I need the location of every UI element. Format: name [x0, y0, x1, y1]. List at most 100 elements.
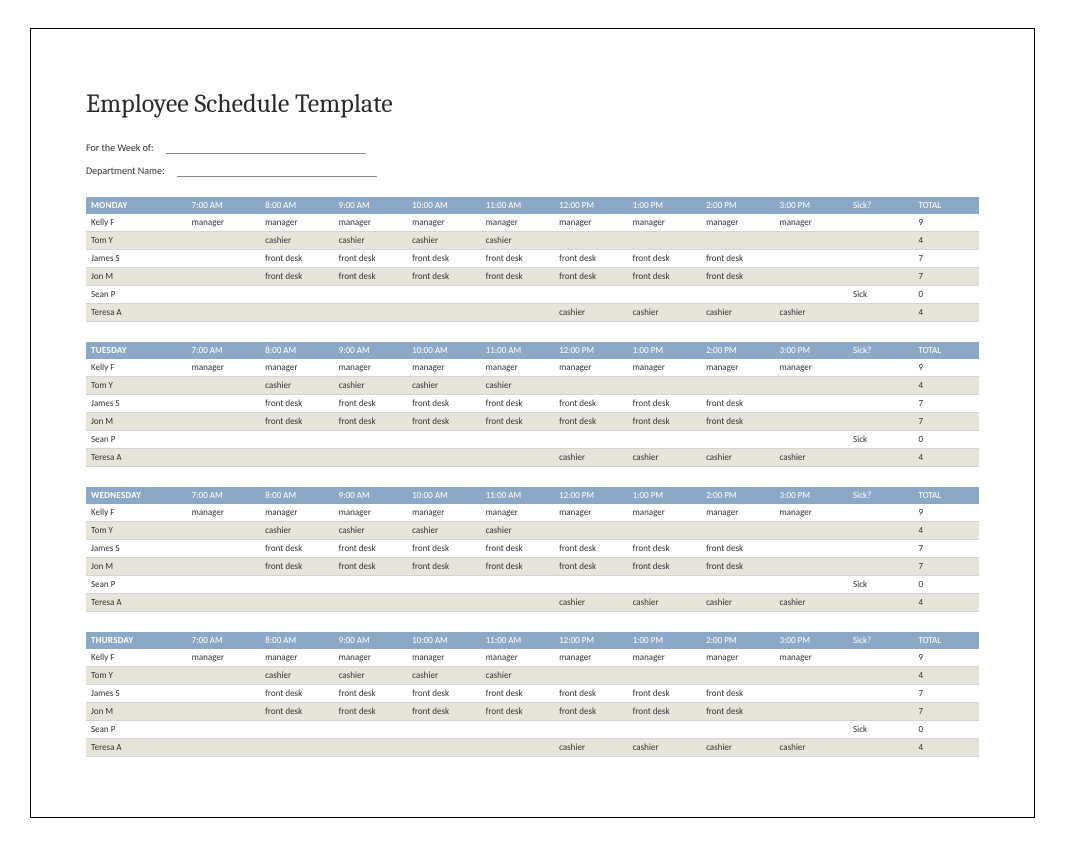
- shift-cell: [554, 522, 627, 540]
- shift-cell: [187, 540, 260, 558]
- shift-cell: cashier: [407, 232, 480, 250]
- shift-cell: front desk: [701, 540, 774, 558]
- sick-cell: [848, 214, 913, 232]
- shift-cell: cashier: [481, 232, 554, 250]
- employee-name: James S: [86, 395, 187, 413]
- total-cell: 7: [913, 703, 979, 721]
- total-header: TOTAL: [913, 197, 979, 214]
- shift-cell: front desk: [260, 395, 333, 413]
- hour-header: 7:00 AM: [187, 342, 260, 359]
- week-of-field: For the Week of:: [86, 141, 979, 154]
- shift-cell: front desk: [407, 685, 480, 703]
- shift-cell: manager: [554, 649, 627, 667]
- table-row: James Sfront deskfront deskfront deskfro…: [86, 685, 979, 703]
- shift-cell: front desk: [481, 558, 554, 576]
- shift-cell: front desk: [628, 413, 701, 431]
- shift-cell: manager: [260, 359, 333, 377]
- table-row: Jon Mfront deskfront deskfront deskfront…: [86, 558, 979, 576]
- sick-cell: [848, 739, 913, 757]
- shift-cell: [187, 685, 260, 703]
- day-block: THURSDAY7:00 AM8:00 AM9:00 AM10:00 AM11:…: [86, 632, 979, 757]
- employee-name: James S: [86, 540, 187, 558]
- shift-cell: [187, 576, 260, 594]
- shift-cell: cashier: [481, 667, 554, 685]
- shift-cell: cashier: [554, 594, 627, 612]
- hour-header: 3:00 PM: [775, 197, 848, 214]
- shift-cell: cashier: [628, 594, 701, 612]
- shift-cell: [334, 576, 407, 594]
- sick-cell: [848, 504, 913, 522]
- shift-cell: manager: [481, 359, 554, 377]
- shift-cell: manager: [775, 359, 848, 377]
- sick-cell: Sick: [848, 286, 913, 304]
- shift-cell: [187, 739, 260, 757]
- shift-cell: front desk: [481, 395, 554, 413]
- shift-cell: manager: [701, 214, 774, 232]
- shift-cell: [554, 576, 627, 594]
- shift-cell: [187, 232, 260, 250]
- shift-cell: [554, 232, 627, 250]
- shift-cell: [187, 413, 260, 431]
- hour-header: 10:00 AM: [407, 632, 480, 649]
- shift-cell: front desk: [260, 413, 333, 431]
- shift-cell: front desk: [407, 703, 480, 721]
- shift-cell: [701, 232, 774, 250]
- shift-cell: manager: [481, 649, 554, 667]
- shift-cell: [481, 286, 554, 304]
- shift-cell: front desk: [554, 540, 627, 558]
- employee-name: Kelly F: [86, 214, 187, 232]
- total-cell: 7: [913, 685, 979, 703]
- shift-cell: [187, 377, 260, 395]
- table-row: Sean PSick0: [86, 576, 979, 594]
- table-row: Jon Mfront deskfront deskfront deskfront…: [86, 268, 979, 286]
- total-cell: 7: [913, 395, 979, 413]
- employee-name: Kelly F: [86, 359, 187, 377]
- hour-header: 10:00 AM: [407, 487, 480, 504]
- hour-header: 1:00 PM: [628, 342, 701, 359]
- shift-cell: front desk: [628, 685, 701, 703]
- total-cell: 0: [913, 286, 979, 304]
- shift-cell: manager: [628, 214, 701, 232]
- sick-cell: [848, 359, 913, 377]
- shift-cell: front desk: [701, 395, 774, 413]
- hour-header: 10:00 AM: [407, 197, 480, 214]
- shift-cell: cashier: [260, 522, 333, 540]
- total-cell: 4: [913, 594, 979, 612]
- table-row: Kelly Fmanagermanagermanagermanagermanag…: [86, 649, 979, 667]
- shift-cell: [628, 431, 701, 449]
- shift-cell: cashier: [628, 739, 701, 757]
- week-of-line[interactable]: [166, 142, 366, 154]
- shift-cell: [187, 703, 260, 721]
- total-cell: 4: [913, 377, 979, 395]
- shift-cell: manager: [481, 504, 554, 522]
- shift-cell: [334, 721, 407, 739]
- shift-cell: [554, 286, 627, 304]
- shift-cell: [187, 522, 260, 540]
- total-cell: 7: [913, 413, 979, 431]
- shift-cell: cashier: [775, 594, 848, 612]
- shift-cell: [187, 449, 260, 467]
- total-cell: 0: [913, 431, 979, 449]
- hour-header: 11:00 AM: [481, 487, 554, 504]
- shift-cell: [775, 395, 848, 413]
- shift-cell: [334, 739, 407, 757]
- total-cell: 0: [913, 576, 979, 594]
- hour-header: 3:00 PM: [775, 342, 848, 359]
- shift-cell: manager: [407, 504, 480, 522]
- shift-cell: [260, 449, 333, 467]
- employee-name: James S: [86, 685, 187, 703]
- shift-cell: [481, 594, 554, 612]
- day-header: THURSDAY: [86, 632, 187, 649]
- shift-cell: manager: [554, 214, 627, 232]
- shift-cell: [481, 431, 554, 449]
- department-line[interactable]: [177, 165, 377, 177]
- day-block: MONDAY7:00 AM8:00 AM9:00 AM10:00 AM11:00…: [86, 197, 979, 322]
- sick-header: Sick?: [848, 197, 913, 214]
- shift-cell: [187, 667, 260, 685]
- shift-cell: [187, 558, 260, 576]
- employee-name: Teresa A: [86, 449, 187, 467]
- shift-cell: manager: [554, 504, 627, 522]
- total-cell: 4: [913, 232, 979, 250]
- sick-cell: [848, 413, 913, 431]
- shift-cell: cashier: [407, 522, 480, 540]
